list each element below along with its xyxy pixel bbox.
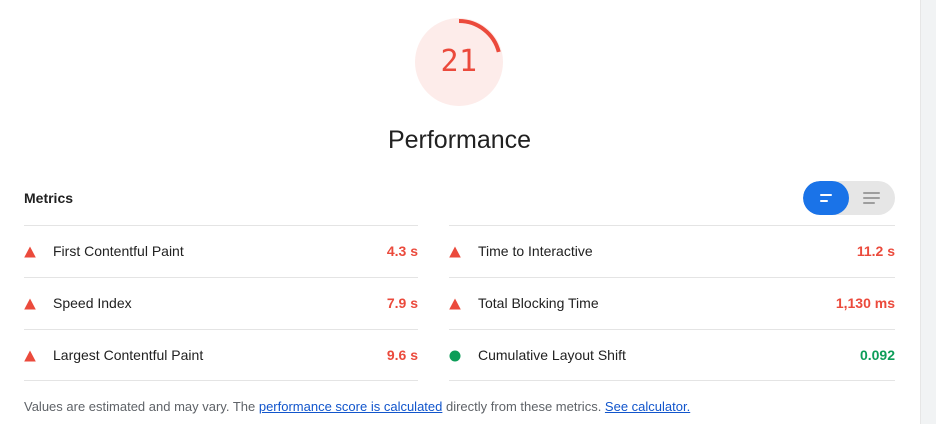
- warning-triangle-icon: [24, 245, 36, 258]
- metric-value: 9.6 s: [386, 347, 418, 363]
- metric-row: First Contentful Paint 4.3 s: [24, 225, 418, 277]
- category-title: Performance: [387, 126, 532, 154]
- scrollbar-track[interactable]: [920, 0, 936, 424]
- warning-triangle-icon: [449, 245, 461, 258]
- metrics-header: Metrics: [24, 190, 74, 206]
- score-gauge: 21: [413, 16, 505, 108]
- metric-label: First Contentful Paint: [53, 243, 184, 259]
- warning-triangle-icon: [24, 349, 36, 362]
- lighthouse-report: 21 Performance Metrics First Contentful …: [0, 0, 936, 424]
- warning-triangle-icon: [24, 297, 36, 310]
- metric-value: 0.092: [859, 347, 895, 363]
- disclaimer-text-start: Values are estimated and may vary. The: [24, 399, 259, 414]
- metrics-view-toggle[interactable]: [803, 181, 895, 215]
- metric-value: 1,130 ms: [835, 295, 895, 311]
- score-value: 21: [440, 44, 478, 79]
- metric-label: Largest Contentful Paint: [53, 347, 204, 363]
- metric-label: Speed Index: [53, 295, 132, 311]
- metric-label: Total Blocking Time: [478, 295, 599, 311]
- metric-value: 7.9 s: [386, 295, 418, 311]
- summary-view-button[interactable]: [803, 181, 849, 215]
- pass-circle-icon: [449, 349, 461, 362]
- metric-row: Time to Interactive 11.2 s: [449, 225, 895, 277]
- detail-view-button[interactable]: [849, 181, 895, 215]
- metric-row: Cumulative Layout Shift 0.092: [449, 329, 895, 381]
- warning-triangle-icon: [449, 297, 461, 310]
- metric-label: Cumulative Layout Shift: [478, 347, 626, 363]
- score-calculation-link[interactable]: performance score is calculated: [259, 399, 443, 414]
- metric-row: Total Blocking Time 1,130 ms: [449, 277, 895, 329]
- disclaimer-text-middle: directly from these metrics.: [442, 399, 605, 414]
- metric-row: Largest Contentful Paint 9.6 s: [24, 329, 418, 381]
- metric-label: Time to Interactive: [478, 243, 593, 259]
- metric-value: 4.3 s: [386, 243, 418, 259]
- see-calculator-link[interactable]: See calculator.: [605, 399, 690, 414]
- metric-row: Speed Index 7.9 s: [24, 277, 418, 329]
- metric-value: 11.2 s: [856, 243, 895, 259]
- metrics-disclaimer: Values are estimated and may vary. The p…: [24, 399, 690, 414]
